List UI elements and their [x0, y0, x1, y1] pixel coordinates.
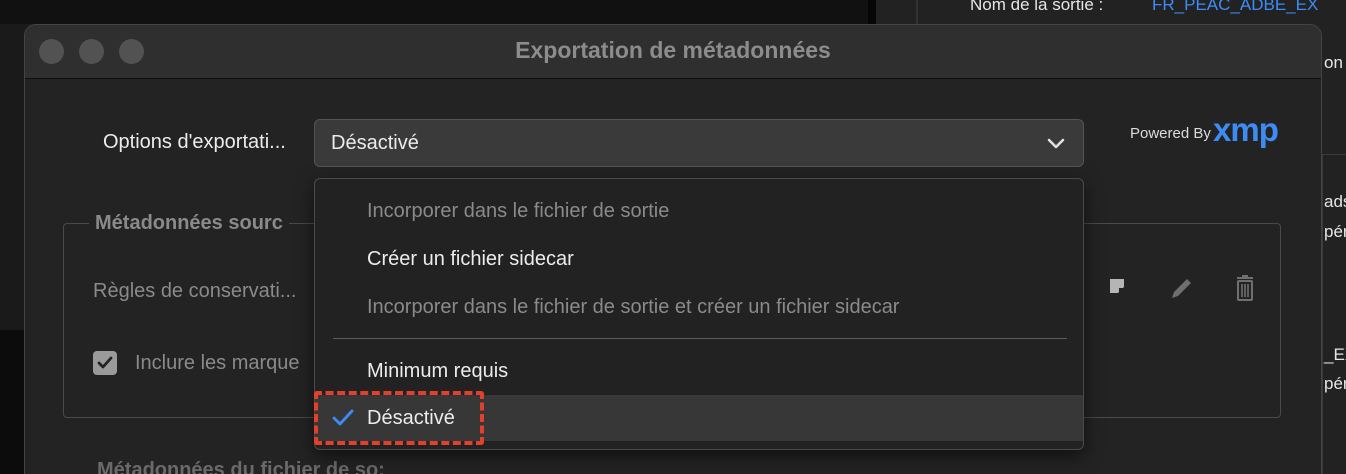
menu-item-sidecar[interactable]: Créer un fichier sidecar — [315, 236, 1083, 282]
background-text-fragment: pér — [1324, 222, 1346, 241]
retention-rules-label: Règles de conservati... — [93, 280, 297, 302]
menu-item-embed-and-sidecar[interactable]: Incorporer dans le fichier de sortie et … — [315, 284, 1083, 330]
chevron-down-icon — [1047, 138, 1065, 149]
title-bar: Exportation de métadonnées — [25, 25, 1321, 79]
checkmark-icon — [97, 356, 113, 369]
menu-item-label: Incorporer dans le fichier de sortie — [367, 200, 670, 222]
menu-separator — [333, 338, 1067, 339]
background-divider — [916, 0, 918, 24]
menu-item-label: Minimum requis — [367, 360, 509, 382]
dialog-title: Exportation de métadonnées — [515, 37, 831, 63]
selection-highlight-box — [314, 391, 484, 445]
background-text-fragment: _EX — [1324, 345, 1346, 364]
menu-item-minimum-required[interactable]: Minimum requis — [315, 348, 1083, 394]
output-name-value[interactable]: FR_PEAC_ADBE_EX — [1152, 0, 1318, 15]
menu-item-label: Incorporer dans le fichier de sortie et … — [367, 296, 900, 318]
trash-icon[interactable] — [1230, 273, 1260, 303]
background-divider — [868, 0, 876, 24]
background-panel-left-lower — [0, 330, 24, 474]
output-name-label: Nom de la sortie : — [970, 0, 1104, 14]
include-markers-checkbox[interactable] — [93, 351, 117, 375]
background-divider — [1322, 154, 1346, 155]
pencil-icon[interactable] — [1167, 273, 1197, 303]
background-text-fragment: pér — [1324, 374, 1346, 393]
export-options-select[interactable]: Désactivé — [314, 119, 1084, 167]
source-file-metadata-title: Métadonnées du fichier de so: — [97, 459, 385, 474]
xmp-logo: xmp — [1213, 111, 1279, 148]
background-text-fragment: on — [1324, 53, 1343, 72]
menu-item-embed[interactable]: Incorporer dans le fichier de sortie — [315, 188, 1083, 234]
menu-item-label: Créer un fichier sidecar — [367, 248, 574, 270]
background-divider — [1322, 154, 1323, 474]
export-options-label: Options d'exportati... — [103, 131, 286, 153]
powered-by-label: Powered By — [1130, 125, 1211, 142]
source-metadata-group-title: Métadonnées sourc — [89, 212, 289, 235]
include-markers-label: Inclure les marque — [135, 352, 300, 374]
new-preset-icon[interactable] — [1104, 273, 1134, 303]
export-options-value: Désactivé — [331, 132, 419, 154]
background-text-fragment: ads — [1324, 192, 1346, 211]
background-panel — [0, 0, 868, 24]
